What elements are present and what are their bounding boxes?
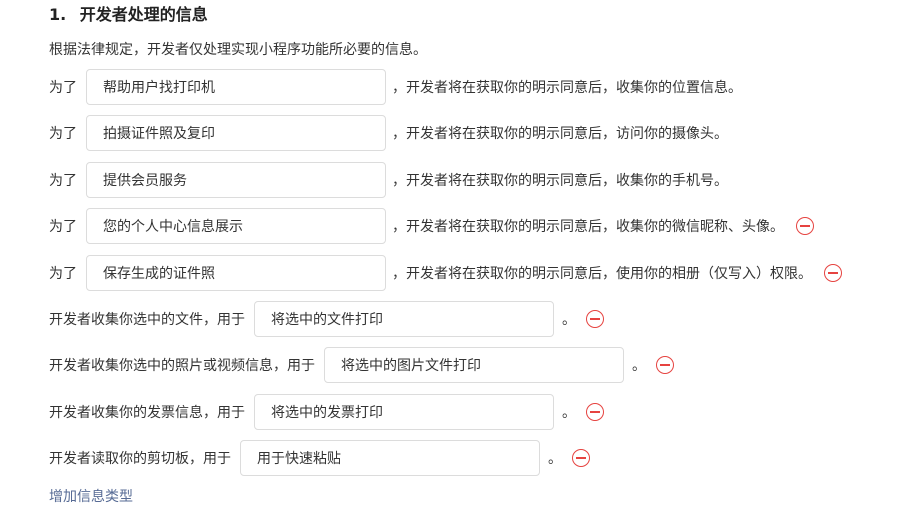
purpose-input[interactable]: 将选中的发票打印	[254, 394, 554, 430]
intro-text: 根据法律规定，开发者仅处理实现小程序功能所必要的信息。	[49, 42, 427, 58]
purpose-input[interactable]: 您的个人中心信息展示	[86, 208, 386, 244]
info-row: 为了 提供会员服务 ，开发者将在获取你的明示同意后，收集你的手机号。	[49, 162, 728, 198]
purpose-input[interactable]: 帮助用户找打印机	[86, 69, 386, 105]
row-suffix: ，开发者将在获取你的明示同意后，访问你的摄像头。	[392, 126, 728, 142]
row-prefix: 为了	[49, 173, 77, 189]
row-suffix: ，开发者将在获取你的明示同意后，收集你的位置信息。	[392, 80, 742, 96]
purpose-input[interactable]: 用于快速粘贴	[240, 440, 540, 476]
row-prefix: 为了	[49, 80, 77, 96]
purpose-input[interactable]: 将选中的图片文件打印	[324, 347, 624, 383]
info-row: 为了 您的个人中心信息展示 ，开发者将在获取你的明示同意后，收集你的微信昵称、头…	[49, 208, 814, 244]
remove-circle-icon[interactable]	[796, 217, 814, 235]
add-info-type-link[interactable]: 增加信息类型	[49, 487, 133, 507]
purpose-input[interactable]: 提供会员服务	[86, 162, 386, 198]
info-row: 开发者收集你选中的文件，用于 将选中的文件打印 。	[49, 301, 604, 337]
row-prefix: 开发者收集你的发票信息，用于	[49, 405, 245, 421]
purpose-input[interactable]: 将选中的文件打印	[254, 301, 554, 337]
row-suffix: 。	[562, 312, 576, 328]
row-suffix: 。	[632, 358, 646, 374]
remove-circle-icon[interactable]	[656, 356, 674, 374]
row-suffix: ，开发者将在获取你的明示同意后，收集你的微信昵称、头像。	[392, 219, 784, 235]
info-row: 开发者收集你的发票信息，用于 将选中的发票打印 。	[49, 394, 604, 430]
section-title: 1. 开发者处理的信息	[49, 5, 208, 25]
remove-circle-icon[interactable]	[824, 264, 842, 282]
row-prefix: 为了	[49, 266, 77, 282]
row-suffix: ，开发者将在获取你的明示同意后，收集你的手机号。	[392, 173, 728, 189]
purpose-input[interactable]: 保存生成的证件照	[86, 255, 386, 291]
section-title-text: 开发者处理的信息	[79, 5, 208, 24]
section-number: 1.	[49, 5, 67, 24]
remove-circle-icon[interactable]	[572, 449, 590, 467]
row-prefix: 为了	[49, 219, 77, 235]
info-row: 为了 拍摄证件照及复印 ，开发者将在获取你的明示同意后，访问你的摄像头。	[49, 115, 728, 151]
row-prefix: 开发者收集你选中的照片或视频信息，用于	[49, 358, 315, 374]
row-prefix: 为了	[49, 126, 77, 142]
remove-circle-icon[interactable]	[586, 310, 604, 328]
row-suffix: 。	[562, 405, 576, 421]
info-row: 开发者读取你的剪切板，用于 用于快速粘贴 。	[49, 440, 590, 476]
info-row: 为了 帮助用户找打印机 ，开发者将在获取你的明示同意后，收集你的位置信息。	[49, 69, 742, 105]
row-suffix: 。	[548, 451, 562, 467]
row-prefix: 开发者读取你的剪切板，用于	[49, 451, 231, 467]
purpose-input[interactable]: 拍摄证件照及复印	[86, 115, 386, 151]
info-row: 为了 保存生成的证件照 ，开发者将在获取你的明示同意后，使用你的相册（仅写入）权…	[49, 255, 842, 291]
row-prefix: 开发者收集你选中的文件，用于	[49, 312, 245, 328]
info-row: 开发者收集你选中的照片或视频信息，用于 将选中的图片文件打印 。	[49, 347, 674, 383]
row-suffix: ，开发者将在获取你的明示同意后，使用你的相册（仅写入）权限。	[392, 266, 812, 282]
remove-circle-icon[interactable]	[586, 403, 604, 421]
